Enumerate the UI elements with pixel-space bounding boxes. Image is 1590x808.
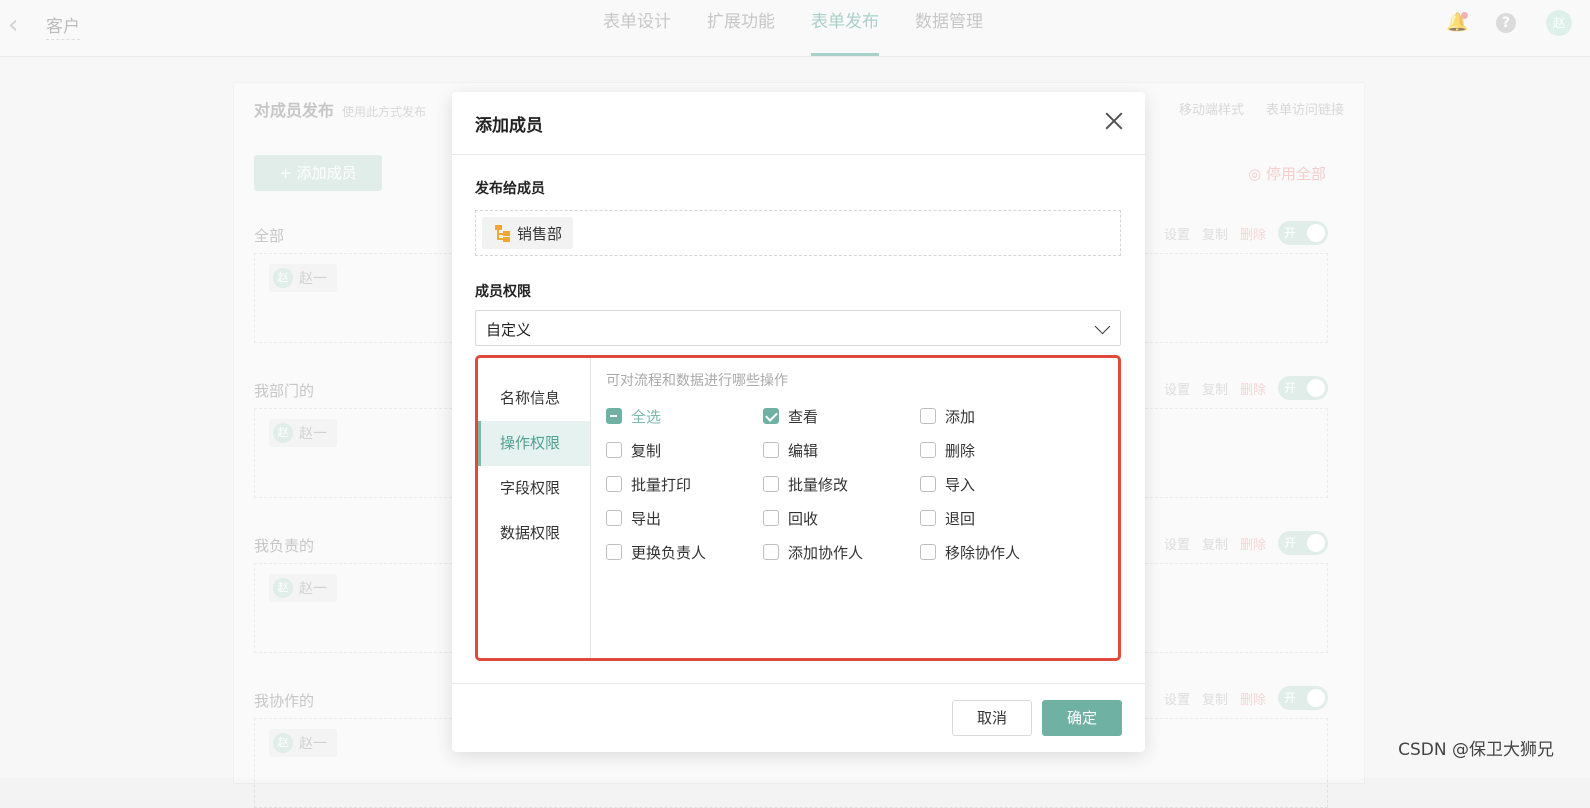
checkbox-remove-collaborator[interactable]: 移除协作人 bbox=[920, 542, 1077, 562]
checkbox-box[interactable] bbox=[606, 476, 622, 492]
checkbox-add-collaborator[interactable]: 添加协作人 bbox=[763, 542, 920, 562]
checkbox-copy[interactable]: 复制 bbox=[606, 440, 763, 460]
permission-select[interactable]: 自定义 bbox=[475, 310, 1121, 346]
checkbox-edit[interactable]: 编辑 bbox=[763, 440, 920, 460]
checkbox-label: 退回 bbox=[945, 509, 976, 528]
checkbox-label: 更换负责人 bbox=[631, 543, 707, 562]
checkbox-label: 查看 bbox=[788, 407, 819, 426]
cancel-button[interactable]: 取消 bbox=[952, 700, 1032, 736]
checkbox-box[interactable] bbox=[920, 510, 936, 526]
checkbox-label: 删除 bbox=[945, 441, 976, 460]
side-nav-operation-permission[interactable]: 操作权限 bbox=[478, 421, 590, 466]
side-nav-field-permission[interactable]: 字段权限 bbox=[478, 466, 590, 511]
checkbox-view[interactable]: 查看 bbox=[763, 406, 920, 426]
checkbox-label: 全选 bbox=[631, 407, 662, 426]
permission-config-panel: 名称信息 操作权限 字段权限 数据权限 可对流程和数据进行哪些操作 全选 查看 … bbox=[475, 355, 1121, 661]
permission-side-nav: 名称信息 操作权限 字段权限 数据权限 bbox=[478, 358, 591, 658]
checkbox-box[interactable] bbox=[763, 408, 779, 424]
watermark-text: CSDN @保卫大狮兄 bbox=[1398, 740, 1554, 760]
operation-permission-content: 可对流程和数据进行哪些操作 全选 查看 添加 复制 编辑 删除 批量打印 批量修… bbox=[606, 370, 1106, 562]
checkbox-label: 导出 bbox=[631, 509, 662, 528]
checkbox-box[interactable] bbox=[920, 476, 936, 492]
checkbox-label: 导入 bbox=[945, 475, 976, 494]
department-chip[interactable]: 销售部 bbox=[482, 217, 574, 249]
checkbox-label: 复制 bbox=[631, 441, 662, 460]
checkbox-add[interactable]: 添加 bbox=[920, 406, 1077, 426]
close-icon[interactable] bbox=[1103, 110, 1125, 132]
checkbox-box[interactable] bbox=[606, 442, 622, 458]
operation-checkbox-grid: 全选 查看 添加 复制 编辑 删除 批量打印 批量修改 导入 导出 回收 退回 … bbox=[606, 406, 1106, 562]
checkbox-box[interactable] bbox=[920, 442, 936, 458]
org-tree-icon bbox=[494, 224, 511, 242]
permission-select-value: 自定义 bbox=[486, 321, 532, 339]
side-nav-data-permission[interactable]: 数据权限 bbox=[478, 511, 590, 556]
checkbox-box[interactable] bbox=[606, 510, 622, 526]
checkbox-change-owner[interactable]: 更换负责人 bbox=[606, 542, 763, 562]
checkbox-box[interactable] bbox=[606, 544, 622, 560]
operations-hint: 可对流程和数据进行哪些操作 bbox=[606, 373, 788, 389]
checkbox-label: 移除协作人 bbox=[945, 543, 1021, 562]
checkbox-label: 添加 bbox=[945, 407, 976, 426]
chevron-down-icon bbox=[1094, 318, 1111, 335]
department-name: 销售部 bbox=[517, 224, 563, 243]
checkbox-box[interactable] bbox=[920, 544, 936, 560]
member-picker[interactable]: 销售部 bbox=[475, 210, 1121, 256]
checkbox-delete[interactable]: 删除 bbox=[920, 440, 1077, 460]
checkbox-label: 批量修改 bbox=[788, 475, 849, 494]
checkbox-recycle[interactable]: 回收 bbox=[763, 508, 920, 528]
confirm-button[interactable]: 确定 bbox=[1042, 700, 1122, 736]
checkbox-box[interactable] bbox=[763, 442, 779, 458]
checkbox-export[interactable]: 导出 bbox=[606, 508, 763, 528]
member-permission-label: 成员权限 bbox=[475, 284, 531, 300]
side-nav-name-info[interactable]: 名称信息 bbox=[478, 376, 590, 421]
checkbox-label: 添加协作人 bbox=[788, 543, 864, 562]
checkbox-return[interactable]: 退回 bbox=[920, 508, 1077, 528]
checkbox-box[interactable] bbox=[763, 510, 779, 526]
checkbox-box[interactable] bbox=[606, 408, 622, 424]
add-member-dialog: 添加成员 发布给成员 销售部 成员权限 自定义 名称信息 操作权限 字段权限 数… bbox=[452, 92, 1145, 752]
checkbox-label: 编辑 bbox=[788, 441, 819, 460]
checkbox-box[interactable] bbox=[763, 544, 779, 560]
checkbox-import[interactable]: 导入 bbox=[920, 474, 1077, 494]
checkbox-batch-edit[interactable]: 批量修改 bbox=[763, 474, 920, 494]
checkbox-select-all[interactable]: 全选 bbox=[606, 406, 763, 426]
dialog-header: 添加成员 bbox=[452, 92, 1145, 155]
dialog-title: 添加成员 bbox=[475, 116, 543, 136]
checkbox-box[interactable] bbox=[763, 476, 779, 492]
checkbox-box[interactable] bbox=[920, 408, 936, 424]
publish-to-members-label: 发布给成员 bbox=[475, 181, 545, 197]
dialog-footer: 取消 确定 bbox=[452, 683, 1145, 752]
checkbox-label: 批量打印 bbox=[631, 475, 692, 494]
checkbox-batch-print[interactable]: 批量打印 bbox=[606, 474, 763, 494]
checkbox-label: 回收 bbox=[788, 509, 819, 528]
